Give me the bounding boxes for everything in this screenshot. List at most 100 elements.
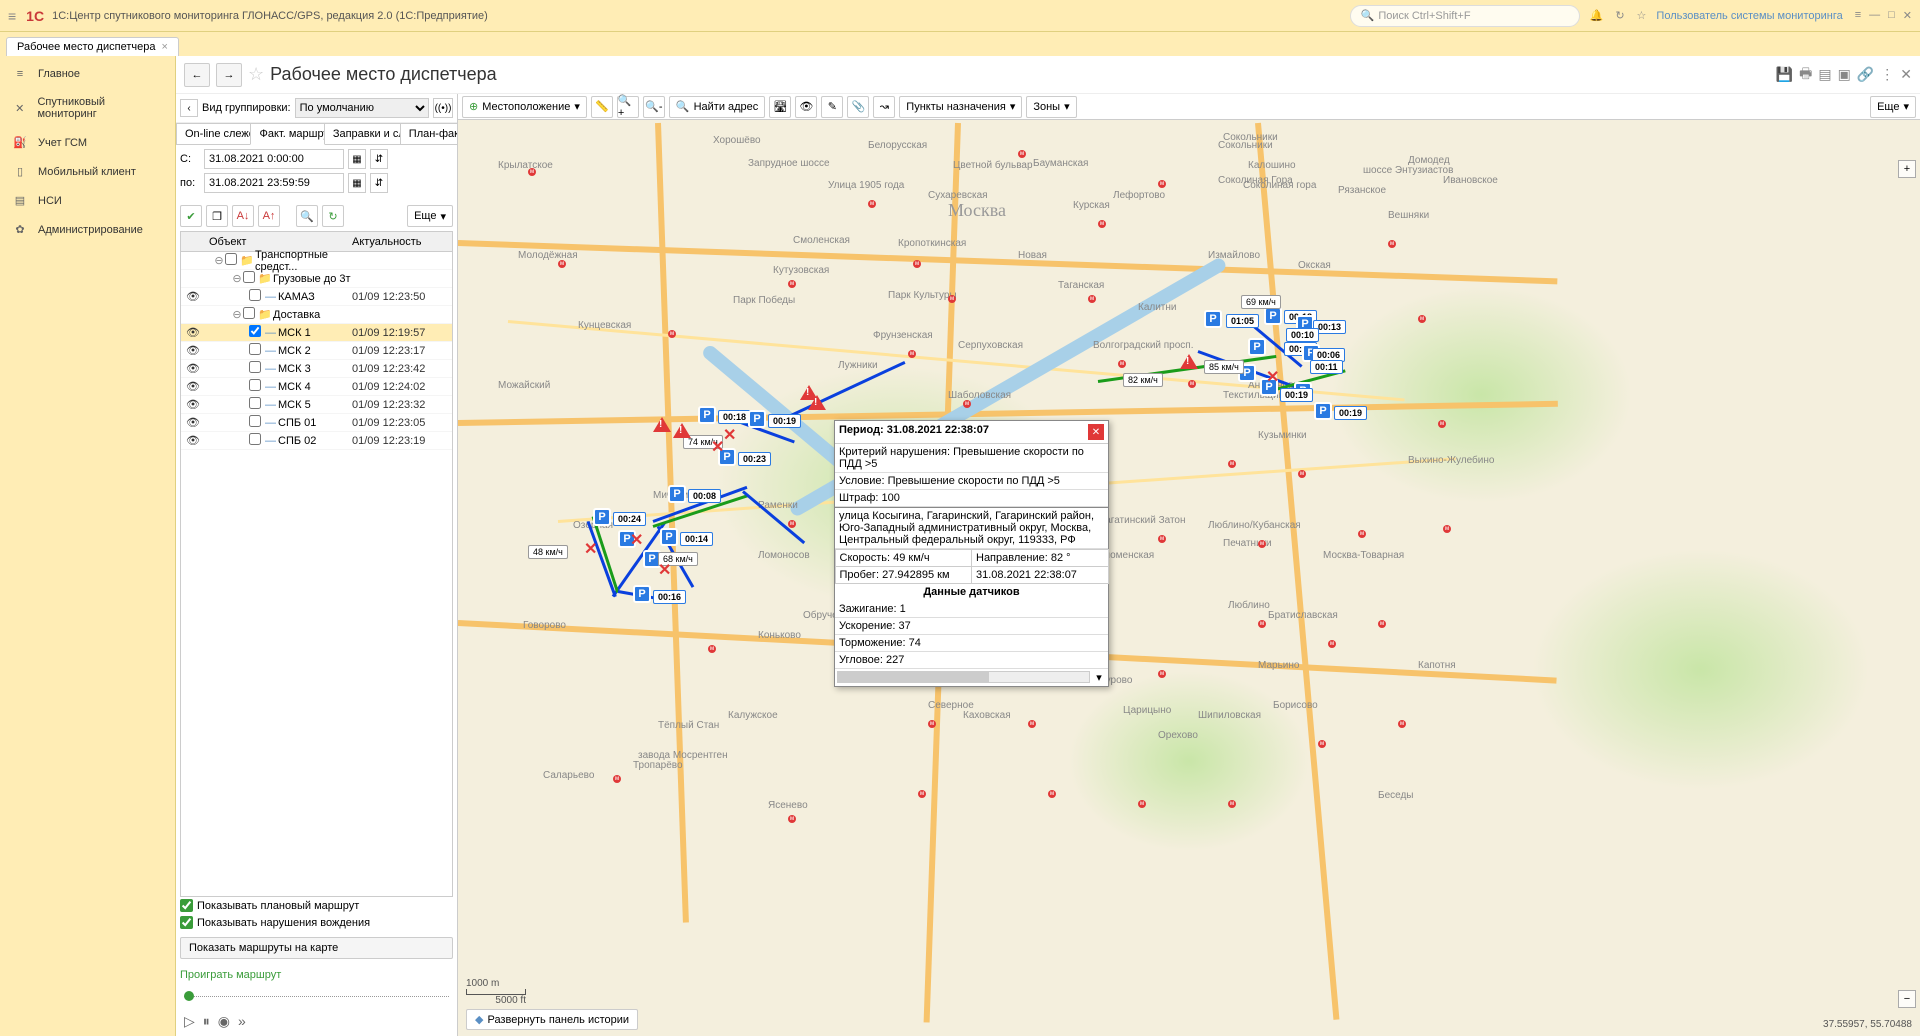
tree-vehicle[interactable]: 👁—СПБ 0201/09 12:23:19 — [181, 432, 452, 450]
nav-main[interactable]: ≡Главное — [0, 60, 175, 88]
tab-close-icon[interactable]: × — [161, 41, 167, 53]
settings-lines-icon[interactable]: ≡ — [1855, 9, 1861, 22]
pause-icon[interactable]: ⏸ — [203, 1013, 210, 1030]
tb-copy-icon[interactable]: ❐ — [206, 205, 228, 227]
popup-close-icon[interactable]: ✕ — [1088, 424, 1104, 440]
mt-eye-icon[interactable]: 👁 — [795, 96, 817, 118]
save-icon[interactable]: 💾 — [1776, 66, 1793, 83]
expand-history-button[interactable]: ◆ Развернуть панель истории — [466, 1009, 638, 1030]
tb-refresh-icon[interactable]: ↻ — [322, 205, 344, 227]
export-icon[interactable]: ▣ — [1838, 66, 1851, 83]
eye-icon[interactable]: 👁 — [183, 416, 203, 429]
date-to-calendar-icon[interactable]: ▦ — [348, 173, 366, 193]
link-icon[interactable]: 🔗 — [1857, 66, 1874, 83]
ffwd-icon[interactable]: » — [238, 1013, 246, 1030]
eye-icon[interactable]: 👁 — [183, 380, 203, 393]
nav-admin[interactable]: ✿Администрирование — [0, 215, 175, 244]
maximize-icon[interactable]: □ — [1888, 9, 1895, 22]
tab-planfact[interactable]: План-факт — [400, 123, 458, 144]
tab-online[interactable]: On-line слеже... — [176, 123, 251, 144]
popup-hscroll[interactable] — [837, 671, 1090, 683]
history-icon[interactable]: ↻ — [1615, 9, 1624, 22]
tree-vehicle[interactable]: 👁—МСК 401/09 12:24:02 — [181, 378, 452, 396]
tree-vehicle[interactable]: 👁—МСК 201/09 12:23:17 — [181, 342, 452, 360]
back-button[interactable]: ← — [184, 63, 210, 87]
check-plan-route[interactable]: Показывать плановый маршрут — [176, 897, 457, 914]
print-icon[interactable]: 🖶 — [1799, 63, 1812, 87]
nav-nsi[interactable]: ▤НСИ — [0, 186, 175, 215]
mt-location[interactable]: ⊕Местоположение ▾ — [462, 96, 587, 118]
kebab-icon[interactable]: ⋮ — [1880, 66, 1894, 83]
row-checkbox[interactable] — [249, 379, 261, 391]
grouping-select[interactable]: По умолчанию — [295, 98, 429, 118]
page-close-icon[interactable]: ✕ — [1900, 66, 1912, 83]
row-checkbox[interactable] — [249, 343, 261, 355]
mt-pen-icon[interactable]: ✎ — [821, 96, 843, 118]
stop-icon[interactable]: ◉ — [218, 1013, 230, 1030]
eye-icon[interactable]: 👁 — [183, 362, 203, 375]
vehicle-tree[interactable]: Объект Актуальность ⊖📁Транспортные средс… — [180, 231, 453, 897]
date-from-calendar-icon[interactable]: ▦ — [348, 149, 366, 169]
tab-fact-route[interactable]: Факт. маршру... — [250, 123, 324, 145]
nav-satellite[interactable]: ✕Спутниковый мониторинг — [0, 88, 175, 128]
tree-vehicle[interactable]: 👁—МСК 101/09 12:19:57 — [181, 324, 452, 342]
tree-group[interactable]: ⊖📁Доставка — [181, 306, 452, 324]
tree-group[interactable]: ⊖📁Грузовые до 3т — [181, 270, 452, 288]
date-to-spin-icon[interactable]: ⇵ — [370, 173, 388, 193]
mt-road-icon[interactable]: 🛣 — [769, 96, 791, 118]
map-canvas[interactable]: Москва КрылатскоеМолодёжнаяМожайскийХоро… — [458, 120, 1920, 1036]
date-from-input[interactable] — [204, 149, 344, 169]
row-checkbox[interactable] — [243, 271, 255, 283]
menu-icon[interactable]: ≡ — [8, 8, 16, 24]
forward-button[interactable]: → — [216, 63, 242, 87]
tb-sort-asc-icon[interactable]: A↓ — [232, 205, 254, 227]
minimize-icon[interactable]: — — [1869, 9, 1880, 22]
row-checkbox[interactable] — [249, 325, 261, 337]
tree-vehicle[interactable]: 👁—МСК 501/09 12:23:32 — [181, 396, 452, 414]
eye-icon[interactable]: 👁 — [183, 290, 203, 303]
row-checkbox[interactable] — [243, 307, 255, 319]
star-icon[interactable]: ☆ — [1637, 9, 1647, 22]
tab-refuel[interactable]: Заправки и сл... — [324, 123, 401, 144]
bell-icon[interactable]: 🔔 — [1590, 9, 1604, 22]
tb-check-icon[interactable]: ✔ — [180, 205, 202, 227]
collapse-left-icon[interactable]: ‹ — [180, 99, 198, 117]
row-checkbox[interactable] — [249, 415, 261, 427]
date-from-spin-icon[interactable]: ⇵ — [370, 149, 388, 169]
eye-icon[interactable]: 👁 — [183, 398, 203, 411]
show-routes-button[interactable]: Показать маршруты на карте — [180, 937, 453, 959]
row-checkbox[interactable] — [249, 361, 261, 373]
mt-zoom-out-icon[interactable]: 🔍- — [643, 96, 665, 118]
mt-find-address[interactable]: 🔍 Найти адрес — [669, 96, 765, 118]
tree-vehicle[interactable]: 👁—МСК 301/09 12:23:42 — [181, 360, 452, 378]
check-viol-input[interactable] — [180, 916, 193, 929]
fav-star-icon[interactable]: ☆ — [248, 64, 264, 85]
date-to-input[interactable] — [204, 173, 344, 193]
tree-vehicle[interactable]: 👁—КАМАЗ01/09 12:23:50 — [181, 288, 452, 306]
nav-fuel[interactable]: ⛽Учет ГСМ — [0, 128, 175, 157]
eye-icon[interactable]: 👁 — [183, 326, 203, 339]
expand-icon[interactable]: ⊖ — [231, 272, 243, 285]
eye-icon[interactable]: 👁 — [183, 434, 203, 447]
user-name[interactable]: Пользователь системы мониторинга — [1656, 10, 1842, 22]
eye-icon[interactable]: 👁 — [183, 344, 203, 357]
expand-icon[interactable]: ⊖ — [231, 308, 243, 321]
mt-zones[interactable]: Зоны ▾ — [1026, 96, 1076, 118]
tree-group[interactable]: ⊖📁Транспортные средст... — [181, 252, 452, 270]
mt-more[interactable]: Еще ▾ — [1870, 96, 1916, 118]
global-search[interactable]: 🔍 Поиск Ctrl+Shift+F — [1350, 5, 1580, 27]
row-checkbox[interactable] — [249, 289, 261, 301]
mt-zoom-in-icon[interactable]: 🔍+ — [617, 96, 639, 118]
nav-mobile[interactable]: ▯Мобильный клиент — [0, 157, 175, 186]
tb-search-icon[interactable]: 🔍 — [296, 205, 318, 227]
row-checkbox[interactable] — [249, 397, 261, 409]
row-checkbox[interactable] — [225, 253, 237, 265]
play-slider[interactable] — [184, 989, 449, 1003]
doc-icon[interactable]: ▤ — [1818, 66, 1831, 83]
zoom-plus-icon[interactable]: + — [1898, 160, 1916, 178]
row-checkbox[interactable] — [249, 433, 261, 445]
antenna-icon[interactable]: ((•)) — [433, 98, 453, 118]
expand-icon[interactable]: ⊖ — [213, 254, 225, 267]
close-icon[interactable]: ✕ — [1903, 9, 1912, 22]
tb-more-button[interactable]: Еще ▾ — [407, 205, 453, 227]
